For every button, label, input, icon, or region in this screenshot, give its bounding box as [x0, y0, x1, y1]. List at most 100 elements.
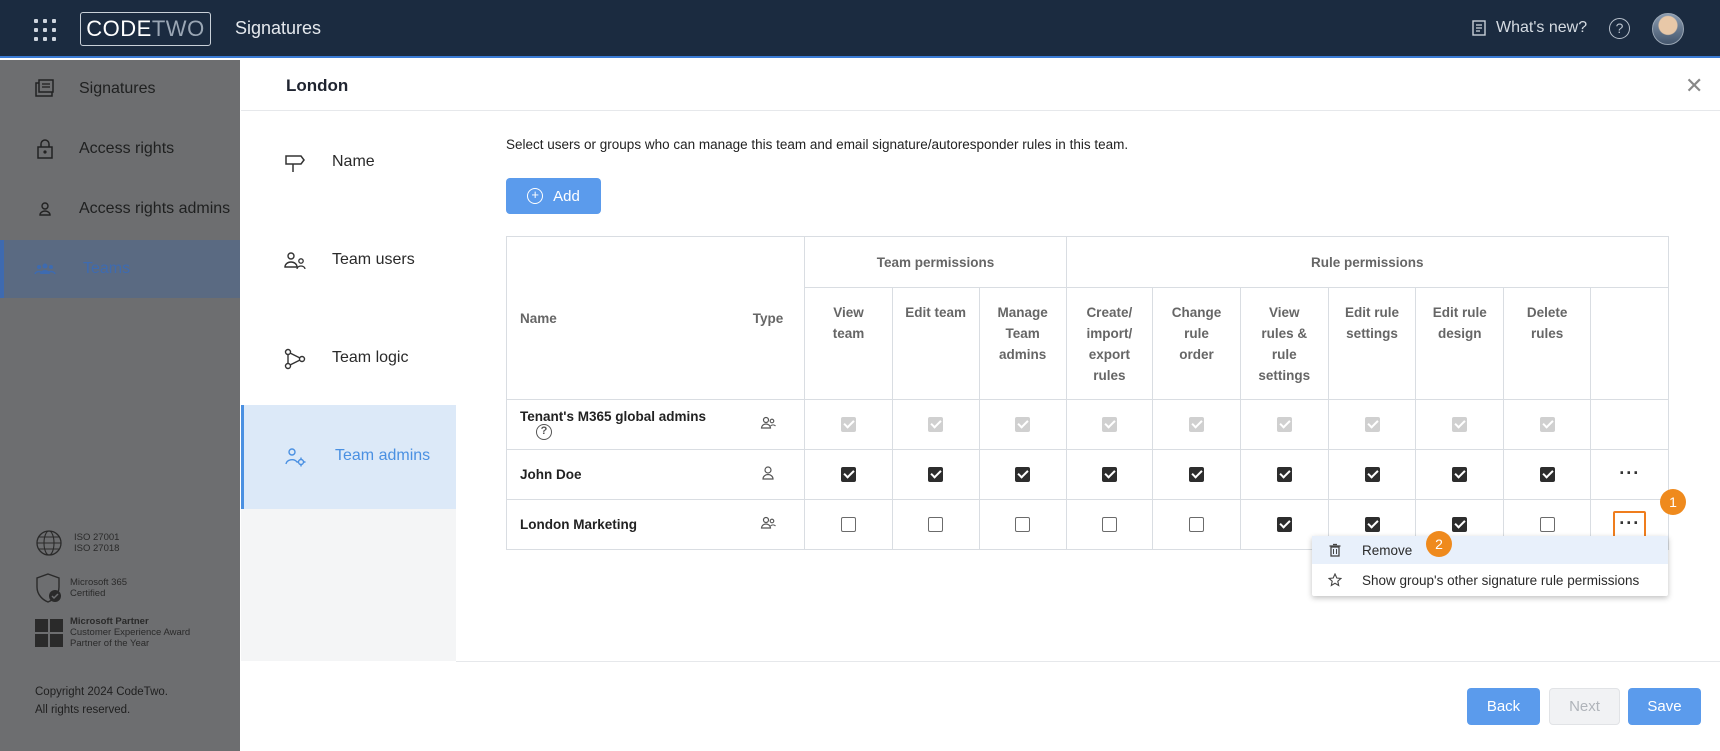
badge-line: Partner of the Year	[70, 638, 150, 649]
permission-cell	[1502, 399, 1592, 450]
permission-checkbox	[1364, 417, 1380, 433]
next-button[interactable]: Next	[1549, 688, 1620, 725]
whats-new-link[interactable]: What's new?	[1470, 19, 1587, 37]
logo-two: TWO	[151, 16, 205, 41]
column-header-line: Manage	[997, 305, 1048, 320]
column-header-line: team	[832, 326, 865, 341]
permission-cell	[1415, 449, 1504, 500]
row-name-cell: Tenant's M365 global admins?	[506, 399, 732, 450]
top-bar: CODETWO Signatures What's new? ?	[0, 0, 1720, 58]
copyright-line: All rights reserved.	[35, 704, 131, 716]
permission-checkbox[interactable]	[1101, 517, 1117, 533]
permission-checkbox[interactable]	[1364, 467, 1380, 483]
permission-checkbox[interactable]	[928, 467, 944, 483]
permission-checkbox[interactable]	[1015, 517, 1031, 533]
microsoft-partner-badge: Microsoft Partner Customer Experience Awa…	[34, 616, 190, 649]
help-icon[interactable]: ?	[1609, 18, 1630, 39]
permission-checkbox[interactable]	[1015, 467, 1031, 483]
column-header-line: rule	[1271, 347, 1297, 362]
permission-checkbox[interactable]	[841, 467, 857, 483]
avatar[interactable]	[1652, 13, 1684, 45]
permission-column-header: Create/import/export rules	[1065, 287, 1154, 400]
permission-column-header: View team	[804, 287, 893, 400]
divider	[456, 661, 1720, 662]
column-header-line: View	[1268, 305, 1300, 320]
badge-line: Certified	[70, 588, 106, 599]
help-icon[interactable]: ?	[536, 424, 552, 441]
permission-checkbox[interactable]	[1539, 517, 1555, 533]
permission-checkbox[interactable]	[928, 517, 944, 533]
permission-cell	[1065, 449, 1154, 500]
nav-item-signatures[interactable]: Signatures	[0, 60, 240, 118]
step-team-logic[interactable]: Team logic	[241, 307, 456, 411]
row-type-cell	[731, 499, 806, 550]
column-header-line: Change	[1171, 305, 1222, 320]
permission-column-header: Edit rule settings	[1327, 287, 1417, 400]
row-name: London Marketing	[520, 517, 637, 532]
name-column-header: Name	[506, 236, 732, 400]
menu-item-label: Remove	[1362, 542, 1413, 558]
row-name: Tenant's M365 global admins	[520, 408, 707, 424]
close-icon[interactable]: ✕	[1685, 75, 1705, 97]
team-dialog: London ✕ Name Team users Team logic Team…	[241, 60, 1720, 751]
step-label: Team admins	[335, 447, 431, 464]
permission-checkbox[interactable]	[1276, 467, 1292, 483]
step-label: Team logic	[332, 349, 409, 366]
add-button[interactable]: + Add	[506, 178, 601, 214]
permission-cell	[1152, 449, 1241, 500]
whats-new-label: What's new?	[1496, 19, 1588, 36]
app-launcher-icon[interactable]	[34, 19, 56, 41]
permission-cell	[1152, 499, 1241, 550]
permission-checkbox[interactable]	[1189, 517, 1204, 533]
permission-cell	[1065, 399, 1154, 450]
more-actions-icon[interactable]: ···	[1619, 464, 1640, 482]
permission-checkbox[interactable]	[1539, 467, 1555, 483]
permission-checkbox	[1452, 417, 1468, 433]
permission-checkbox[interactable]	[1276, 517, 1292, 533]
permission-cell	[804, 449, 893, 500]
permission-cell	[978, 499, 1067, 550]
permission-checkbox[interactable]	[1189, 467, 1204, 483]
step-team-users[interactable]: Team users	[241, 209, 456, 313]
signatures-icon	[35, 79, 54, 97]
step-marker-1: 1	[1660, 489, 1686, 515]
permission-cell	[978, 449, 1067, 500]
iso-badge: ISO 27001 ISO 27018	[34, 528, 119, 558]
nav-item-access-rights[interactable]: Access rights	[0, 120, 240, 178]
microsoft-logo-icon	[35, 618, 63, 647]
permission-checkbox[interactable]	[1452, 517, 1468, 533]
step-team-admins[interactable]: Team admins	[241, 405, 456, 509]
actions-column-header	[1590, 287, 1669, 400]
nav-item-label: Teams	[83, 260, 131, 277]
nav-item-teams[interactable]: Teams	[0, 240, 240, 298]
team-permissions-header: Team permissions	[804, 236, 1067, 288]
rule-permissions-header: Rule permissions	[1065, 236, 1670, 288]
step-name[interactable]: Name	[241, 111, 456, 215]
permission-checkbox	[1539, 417, 1555, 433]
permission-cell	[891, 399, 980, 450]
menu-item-remove[interactable]: Remove	[1312, 536, 1668, 564]
permission-checkbox[interactable]	[1452, 467, 1468, 483]
permission-checkbox[interactable]	[1364, 517, 1380, 533]
table-body: Tenant's M365 global admins? John Doe ··· L…	[506, 399, 1669, 550]
nav-item-access-rights-admins[interactable]: Access rights admins	[0, 180, 240, 238]
permission-cell	[1152, 399, 1241, 450]
column-header-line: admins	[998, 347, 1047, 362]
badge-line: Customer Experience Award	[70, 627, 191, 638]
menu-item-show-group-permissions[interactable]: Show group's other signature rule permis…	[1312, 566, 1668, 594]
column-header-line: Edit team	[905, 305, 967, 320]
badge-line: ISO 27001	[74, 532, 120, 543]
save-button[interactable]: Save	[1628, 688, 1701, 725]
permission-checkbox[interactable]	[1101, 467, 1117, 483]
back-button[interactable]: Back	[1467, 688, 1540, 725]
step-label: Team users	[332, 251, 415, 268]
news-icon	[1472, 20, 1486, 36]
table-row: John Doe ···	[506, 449, 1669, 500]
column-header-line: Team	[1005, 326, 1040, 341]
more-actions-icon[interactable]: ···	[1613, 511, 1647, 538]
column-header-line: settings	[1346, 326, 1398, 341]
column-header-line: export	[1088, 347, 1130, 362]
permission-checkbox[interactable]	[841, 517, 857, 533]
nav-item-label: Signatures	[79, 80, 156, 97]
intro-text: Select users or groups who can manage th…	[506, 137, 1129, 152]
